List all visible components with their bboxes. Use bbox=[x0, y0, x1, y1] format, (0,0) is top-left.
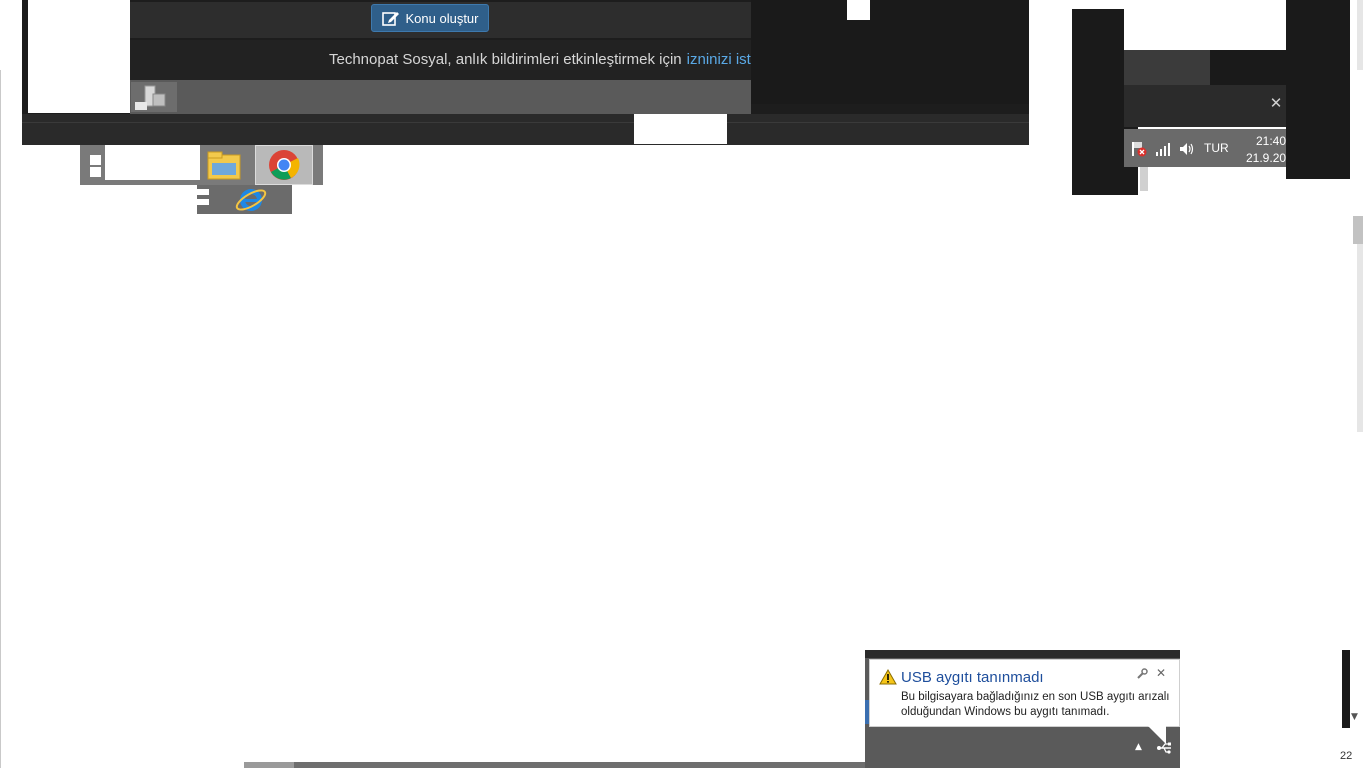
language-indicator[interactable]: TUR bbox=[1204, 141, 1229, 155]
server-manager-icon bbox=[135, 85, 166, 110]
window-thumb-marker bbox=[197, 199, 209, 205]
clock-date: 21.9.202 bbox=[1246, 151, 1286, 165]
taskbar-button[interactable] bbox=[244, 762, 294, 768]
scrollbar-thumb[interactable] bbox=[1353, 216, 1363, 244]
redacted-area bbox=[28, 0, 130, 113]
dark-region bbox=[1286, 0, 1350, 179]
dark-region bbox=[1342, 650, 1350, 728]
window-thumb-marker bbox=[197, 189, 209, 195]
redacted-area bbox=[105, 145, 200, 180]
dark-window-region bbox=[751, 0, 1029, 104]
usb-icon[interactable] bbox=[1156, 739, 1174, 757]
scrollbar-track bbox=[1357, 244, 1363, 432]
create-topic-button[interactable]: Konu oluştur bbox=[371, 4, 489, 32]
internet-explorer-button[interactable] bbox=[197, 185, 292, 214]
redacted-area bbox=[847, 0, 870, 20]
balloon-title: USB aygıtı tanınmadı bbox=[901, 669, 1044, 686]
settings-wrench-icon[interactable] bbox=[1136, 668, 1148, 680]
close-icon[interactable]: ✕ bbox=[1156, 666, 1166, 680]
volume-icon[interactable] bbox=[1178, 140, 1196, 158]
edit-icon bbox=[381, 12, 399, 26]
redacted-area bbox=[634, 114, 727, 144]
dark-region bbox=[865, 650, 1180, 658]
scroll-down-arrow-icon[interactable]: ▼ bbox=[1351, 712, 1358, 722]
bottom-taskbar bbox=[244, 762, 866, 768]
divider bbox=[22, 122, 1029, 123]
corner-number: 22 bbox=[1340, 750, 1353, 762]
action-center-flag-icon[interactable] bbox=[1130, 140, 1148, 158]
show-hidden-icons-icon[interactable]: ▲ bbox=[1135, 742, 1142, 752]
inner-taskbar bbox=[130, 80, 751, 114]
window-edge bbox=[0, 70, 1, 768]
scrollbar-track bbox=[1357, 0, 1363, 70]
clock-time: 21:40 bbox=[1255, 134, 1286, 148]
tray-flyout-panel bbox=[1124, 85, 1286, 127]
server-manager-button[interactable] bbox=[131, 82, 177, 112]
push-notification-bar: Technopat Sosyal, anlık bildirimleri etk… bbox=[130, 40, 751, 80]
notification-text: Technopat Sosyal, anlık bildirimleri etk… bbox=[329, 51, 682, 68]
internet-explorer-icon bbox=[235, 189, 267, 211]
chrome-button[interactable] bbox=[255, 145, 313, 185]
redacted-area bbox=[1029, 0, 1072, 9]
balloon-message: Bu bilgisayara bağladığınız en son USB a… bbox=[901, 691, 1170, 718]
network-icon[interactable] bbox=[1154, 140, 1172, 158]
redacted-area bbox=[1124, 0, 1286, 50]
dark-region bbox=[1210, 50, 1286, 85]
window-bottom-strip bbox=[22, 114, 1029, 145]
scrollbar-fragment bbox=[1140, 167, 1148, 191]
clock[interactable]: 21:40 21.9.202 bbox=[1246, 133, 1286, 167]
file-explorer-button[interactable] bbox=[200, 145, 255, 185]
close-icon[interactable]: ✕ bbox=[1268, 94, 1284, 114]
taskbar-edge bbox=[313, 145, 323, 185]
folder-icon bbox=[207, 151, 241, 180]
create-topic-label: Konu oluştur bbox=[405, 10, 479, 26]
warning-icon bbox=[879, 669, 897, 685]
permission-link[interactable]: izninizi isti bbox=[687, 51, 751, 68]
dark-region bbox=[1124, 50, 1210, 85]
chrome-icon bbox=[269, 150, 300, 180]
